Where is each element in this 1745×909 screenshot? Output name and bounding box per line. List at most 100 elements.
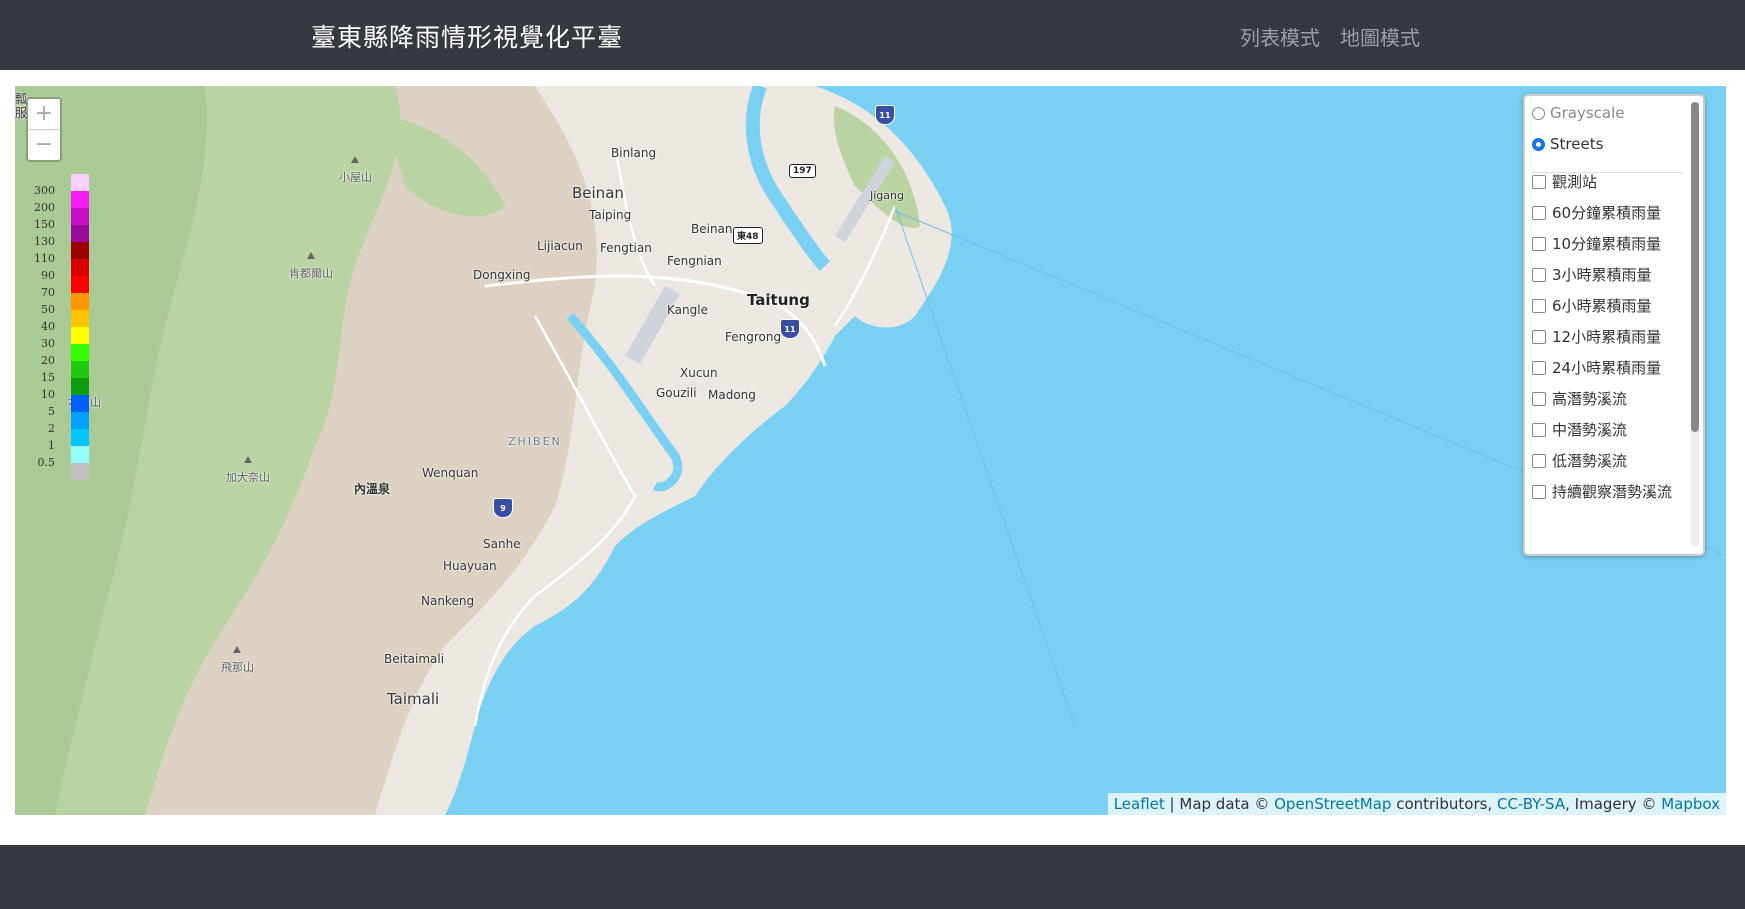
mapbox-link[interactable]: Mapbox [1661, 795, 1720, 813]
legend-swatch [71, 378, 89, 395]
legend-label: 90 [41, 269, 55, 282]
label-nankeng: Nankeng [421, 594, 475, 608]
attribution-text: | Map data © [1164, 795, 1275, 813]
label-taitung: Taitung [747, 291, 810, 309]
label-fengrong: Fengrong [725, 330, 782, 344]
checkbox[interactable] [1532, 484, 1546, 499]
overlay-layer[interactable]: 60分鐘累積雨量 [1532, 202, 1661, 223]
zoom-control: + − [26, 97, 62, 162]
overlay-layer-label: 低潛勢溪流 [1552, 452, 1628, 470]
radio-button[interactable] [1532, 106, 1545, 120]
label-beinan-small: Beinan [691, 222, 733, 236]
layer-scrollbar[interactable] [1691, 102, 1699, 432]
overlay-layer-label: 6小時累積雨量 [1552, 297, 1652, 315]
overlay-layer[interactable]: 低潛勢溪流 [1532, 450, 1627, 471]
label-beitaimali: Beitaimali [384, 652, 445, 666]
legend-swatch [71, 208, 89, 225]
label-peak-jiada: 加大奈山 [226, 471, 270, 484]
label-gouzili: Gouzili [656, 386, 697, 400]
legend-label: 300 [34, 184, 55, 197]
checkbox[interactable] [1532, 453, 1546, 468]
nav-list-mode[interactable]: 列表模式 [1240, 22, 1320, 51]
label-huayuan: Huayuan [443, 559, 497, 573]
label-peak-xiaowu: 小屋山 [339, 171, 372, 184]
legend-swatch [71, 344, 89, 361]
overlay-layer[interactable]: 12小時累積雨量 [1532, 326, 1661, 347]
base-layer-grayscale[interactable]: Grayscale [1532, 104, 1625, 122]
legend-swatch [71, 429, 89, 446]
osm-link[interactable]: OpenStreetMap [1274, 795, 1391, 813]
checkbox[interactable] [1532, 236, 1546, 251]
legend-label: 150 [34, 218, 55, 231]
peak-icon [307, 252, 315, 259]
overlay-layer[interactable]: 24小時累積雨量 [1532, 357, 1661, 378]
overlay-layer[interactable]: 3小時累積雨量 [1532, 264, 1652, 285]
overlay-layer[interactable]: 中潛勢溪流 [1532, 419, 1627, 440]
checkbox[interactable] [1532, 205, 1546, 220]
legend-label: 10 [41, 388, 55, 401]
legend-swatch [71, 293, 89, 310]
legend-swatch [71, 191, 89, 208]
overlay-layer-label: 24小時累積雨量 [1552, 359, 1662, 377]
label-taiping: Taiping [589, 208, 632, 222]
legend-label: 200 [34, 201, 55, 214]
legend-label: 2 [48, 422, 55, 435]
label-peak-feina: 飛那山 [221, 661, 254, 674]
legend-swatch [71, 174, 89, 191]
label-kangle: Kangle [667, 303, 708, 317]
label-zhiben: ZHIBEN [508, 435, 562, 448]
highway-9-shield: 9 [493, 498, 513, 518]
legend-label: 0.5 [37, 456, 56, 469]
leaflet-link[interactable]: Leaflet [1114, 795, 1165, 813]
peak-icon [233, 646, 241, 653]
overlay-layer[interactable]: 觀測站 [1532, 171, 1597, 192]
highway-11-shield: 11 [875, 105, 895, 125]
radio-button[interactable] [1532, 137, 1545, 151]
checkbox[interactable] [1532, 360, 1546, 375]
legend-label: 1 [48, 439, 55, 452]
overlay-layer[interactable]: 持續觀察潛勢溪流 [1532, 481, 1672, 502]
footer [0, 845, 1745, 909]
legend-swatch [71, 242, 89, 259]
checkbox[interactable] [1532, 329, 1546, 344]
overlay-layer-label: 3小時累積雨量 [1552, 266, 1652, 284]
map-container[interactable]: Binlang Beinan Taiping Beinan Lijiacun F… [15, 86, 1726, 815]
site-title[interactable]: 臺東縣降雨情形視覺化平臺 [311, 18, 623, 54]
road-197-badge: 197 [789, 164, 816, 178]
attribution-imagery: , Imagery © [1565, 795, 1662, 813]
checkbox[interactable] [1532, 298, 1546, 313]
legend-label: 50 [41, 303, 55, 316]
checkbox[interactable] [1532, 174, 1546, 189]
highway-11-shield: 11 [780, 319, 800, 339]
label-madong: Madong [708, 388, 756, 402]
zoom-in-button[interactable]: + [28, 99, 60, 129]
nav-map-mode[interactable]: 地圖模式 [1340, 22, 1420, 51]
overlay-layer[interactable]: 高潛勢溪流 [1532, 388, 1627, 409]
navbar: 臺東縣降雨情形視覺化平臺 列表模式 地圖模式 [0, 0, 1745, 70]
legend-swatch [71, 225, 89, 242]
label-neiwenquan: 內溫泉 [354, 482, 391, 496]
peak-icon [351, 156, 359, 163]
base-layer-streets[interactable]: Streets [1532, 135, 1603, 153]
overlay-layer-label: 持續觀察潛勢溪流 [1552, 483, 1673, 501]
checkbox[interactable] [1532, 267, 1546, 282]
overlay-layer-label: 10分鐘累積雨量 [1552, 235, 1662, 253]
overlay-layer[interactable]: 10分鐘累積雨量 [1532, 233, 1661, 254]
overlay-layer-label: 高潛勢溪流 [1552, 390, 1628, 408]
legend-swatch [71, 259, 89, 276]
legend-label: 40 [41, 320, 55, 333]
legend-label: 110 [34, 252, 55, 265]
label-peak-kendu: 肯都爾山 [289, 267, 333, 280]
road-d48-badge: 東48 [733, 227, 763, 244]
legend-label: 20 [41, 354, 55, 367]
checkbox[interactable] [1532, 422, 1546, 437]
overlay-layer[interactable]: 6小時累積雨量 [1532, 295, 1652, 316]
checkbox[interactable] [1532, 391, 1546, 406]
label-binlang: Binlang [611, 146, 657, 160]
license-link[interactable]: CC-BY-SA [1497, 795, 1565, 813]
base-layer-label: Streets [1550, 135, 1604, 153]
base-layer-label: Grayscale [1550, 104, 1625, 122]
zoom-out-button[interactable]: − [28, 129, 60, 160]
legend-swatch [71, 327, 89, 344]
legend-label: 70 [41, 286, 55, 299]
